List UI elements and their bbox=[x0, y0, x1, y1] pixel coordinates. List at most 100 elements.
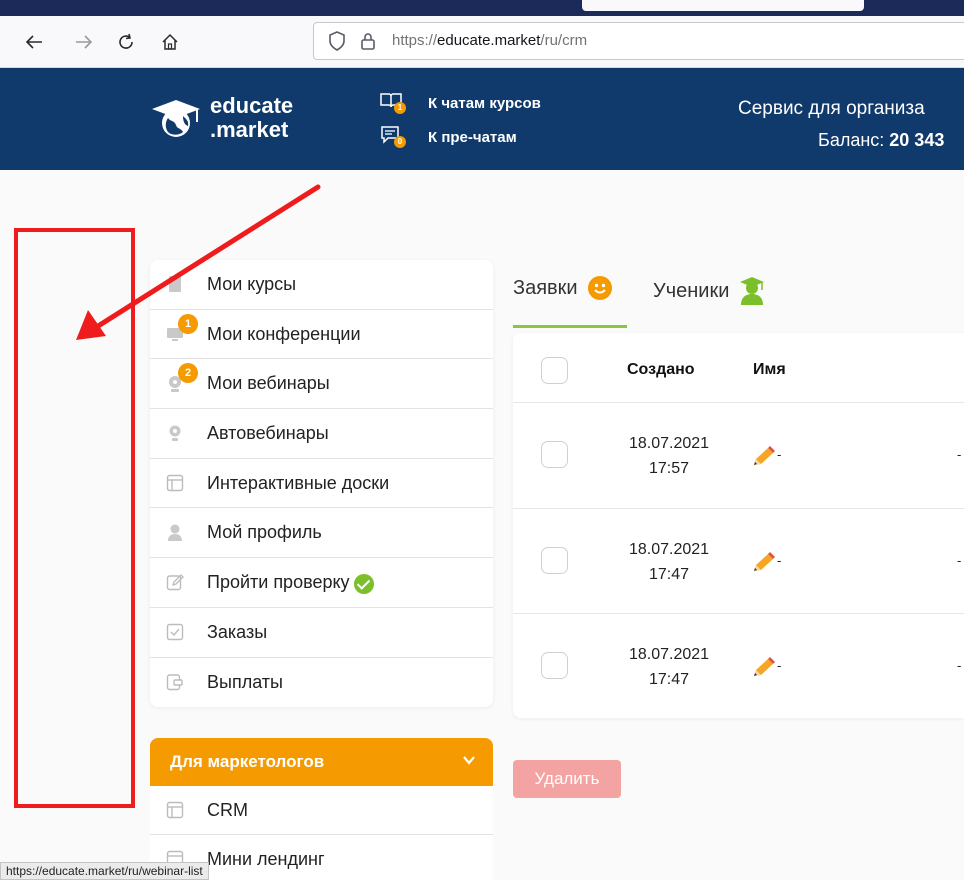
course-chats-badge: 1 bbox=[394, 102, 406, 114]
pencil-icon[interactable] bbox=[751, 446, 777, 468]
row-date: 18.07.2021 bbox=[628, 646, 710, 663]
row-time: 17:47 bbox=[648, 565, 690, 583]
sidebar-item-label: Пройти проверку bbox=[207, 571, 350, 592]
row-time: 17:47 bbox=[648, 671, 690, 688]
address-url[interactable]: https://educate.market/ru/crm bbox=[392, 32, 587, 49]
back-icon[interactable] bbox=[20, 28, 48, 56]
pencil-icon[interactable] bbox=[751, 551, 777, 574]
row-created: 18.07.2021 17:47 bbox=[609, 537, 729, 587]
sidebar-item-crm[interactable]: CRM bbox=[150, 786, 493, 835]
browser-active-tab[interactable] bbox=[582, 0, 864, 11]
column-name[interactable]: Имя bbox=[753, 361, 786, 379]
sidebar-item-my-courses[interactable]: Мои курсы bbox=[150, 260, 493, 310]
status-bar-url: https://educate.market/ru/webinar-list bbox=[0, 862, 209, 880]
sidebar-menu: Мои курсы 1 Мои конференции 2 Мои вебина… bbox=[150, 260, 493, 707]
sidebar-item-label: CRM bbox=[207, 799, 248, 820]
address-bar[interactable]: https://educate.market/ru/crm bbox=[313, 22, 964, 60]
logo-text[interactable]: educate .market bbox=[210, 94, 293, 142]
sidebar-item-label: Интерактивные доски bbox=[207, 472, 390, 493]
chevron-down-icon bbox=[463, 756, 475, 765]
sidebar-item-my-conferences[interactable]: 1 Мои конференции bbox=[150, 310, 493, 360]
lock-icon[interactable] bbox=[360, 32, 376, 50]
crm-tabs: Заявки Ученики bbox=[513, 262, 964, 328]
sidebar-item-payouts[interactable]: Выплаты bbox=[150, 658, 493, 708]
row-checkbox[interactable] bbox=[541, 441, 568, 468]
wallet-icon bbox=[166, 673, 184, 691]
pencil-icon[interactable] bbox=[751, 657, 777, 679]
board-icon bbox=[166, 474, 184, 492]
prechats-label: К пре-чатам bbox=[428, 128, 517, 146]
active-tab-indicator bbox=[513, 325, 627, 328]
sidebar-item-label: Выплаты bbox=[207, 671, 283, 692]
sidebar-item-orders[interactable]: Заказы bbox=[150, 608, 493, 658]
browser-toolbar: https://educate.market/ru/crm bbox=[0, 16, 964, 68]
sidebar-item-label: Автовебинары bbox=[207, 422, 329, 443]
sidebar-item-label: Мой профиль bbox=[207, 522, 322, 543]
row-name: - bbox=[777, 447, 782, 462]
edit-icon bbox=[166, 573, 184, 591]
table-row: 18.07.2021 17:57 - - bbox=[513, 403, 964, 509]
tab-requests-label: Заявки bbox=[513, 276, 578, 299]
conferences-count-badge: 1 bbox=[178, 313, 198, 334]
row-extra: - bbox=[957, 447, 962, 462]
browser-tabstrip bbox=[0, 0, 964, 16]
sidebar-item-verification[interactable]: Пройти проверку bbox=[150, 558, 493, 608]
marketing-menu: Для маркетологов CRM Мини лендинг bbox=[150, 738, 493, 880]
user-icon bbox=[166, 524, 184, 542]
tab-students-label: Ученики bbox=[653, 279, 730, 302]
sidebar-item-label: Мои курсы bbox=[207, 273, 297, 294]
logo-line-2: .market bbox=[210, 117, 289, 142]
book-icon bbox=[166, 275, 184, 293]
service-tagline: Сервис для организа bbox=[738, 98, 925, 119]
annotation-highlight-box bbox=[14, 228, 135, 808]
sidebar-item-interactive-boards[interactable]: Интерактивные доски bbox=[150, 459, 493, 509]
row-name: - bbox=[777, 552, 782, 568]
row-created: 18.07.2021 17:47 bbox=[609, 642, 729, 692]
table-row: 18.07.2021 17:47 - - bbox=[513, 509, 964, 614]
tracking-shield-icon[interactable] bbox=[328, 31, 346, 51]
row-created: 18.07.2021 17:57 bbox=[609, 431, 729, 481]
logo-icon[interactable] bbox=[150, 96, 202, 138]
sidebar-item-label: Мои вебинары bbox=[207, 373, 330, 394]
chat-icon: 0 bbox=[380, 126, 406, 148]
verified-check-icon bbox=[353, 574, 374, 595]
row-name: - bbox=[777, 658, 782, 673]
sidebar-item-my-webinars[interactable]: 2 Мои вебинары bbox=[150, 359, 493, 410]
requests-table: Создано Имя 18.07.2021 17:57 - - 18.07.20… bbox=[513, 333, 964, 718]
sidebar-item-autowebinars[interactable]: Автовебинары bbox=[150, 409, 493, 459]
board-icon bbox=[166, 801, 184, 819]
webinars-count-badge: 2 bbox=[178, 363, 198, 384]
course-chats-link[interactable]: 1 К чатам курсов bbox=[380, 92, 541, 114]
tab-students[interactable]: Ученики bbox=[653, 276, 765, 306]
row-checkbox[interactable] bbox=[541, 546, 568, 574]
row-time: 17:57 bbox=[648, 460, 690, 477]
home-icon[interactable] bbox=[156, 28, 184, 56]
delete-button[interactable]: Удалить bbox=[513, 760, 621, 798]
site-header: educate .market 1 К чатам курсов 0 К пре… bbox=[0, 68, 964, 170]
table-row: 18.07.2021 17:47 - - bbox=[513, 614, 964, 718]
balance-label: Баланс: bbox=[818, 130, 890, 150]
select-all-checkbox[interactable] bbox=[541, 357, 568, 384]
row-extra: - bbox=[957, 552, 962, 568]
forward-icon[interactable] bbox=[70, 28, 98, 56]
row-date: 18.07.2021 bbox=[628, 435, 710, 452]
sidebar-item-label: Мини лендинг bbox=[207, 848, 325, 869]
checkbox-icon bbox=[166, 623, 184, 641]
graduate-icon bbox=[740, 277, 765, 305]
reload-icon[interactable] bbox=[112, 28, 140, 56]
balance-value: 20 343 bbox=[889, 130, 945, 150]
webcam-icon bbox=[166, 424, 184, 442]
smiley-icon bbox=[587, 276, 612, 300]
logo-line-1: educate bbox=[210, 93, 294, 118]
sidebar-item-label: Заказы bbox=[207, 621, 268, 642]
book-chat-icon: 1 bbox=[380, 92, 406, 114]
row-checkbox[interactable] bbox=[541, 652, 568, 679]
row-extra: - bbox=[957, 658, 962, 673]
marketing-menu-title: Для маркетологов bbox=[170, 752, 325, 771]
sidebar-item-my-profile[interactable]: Мой профиль bbox=[150, 508, 493, 559]
tab-requests[interactable]: Заявки bbox=[513, 276, 612, 300]
column-created[interactable]: Создано bbox=[627, 361, 695, 379]
row-date: 18.07.2021 bbox=[628, 540, 710, 558]
prechats-link[interactable]: 0 К пре-чатам bbox=[380, 126, 517, 148]
marketing-menu-header[interactable]: Для маркетологов bbox=[150, 738, 493, 786]
